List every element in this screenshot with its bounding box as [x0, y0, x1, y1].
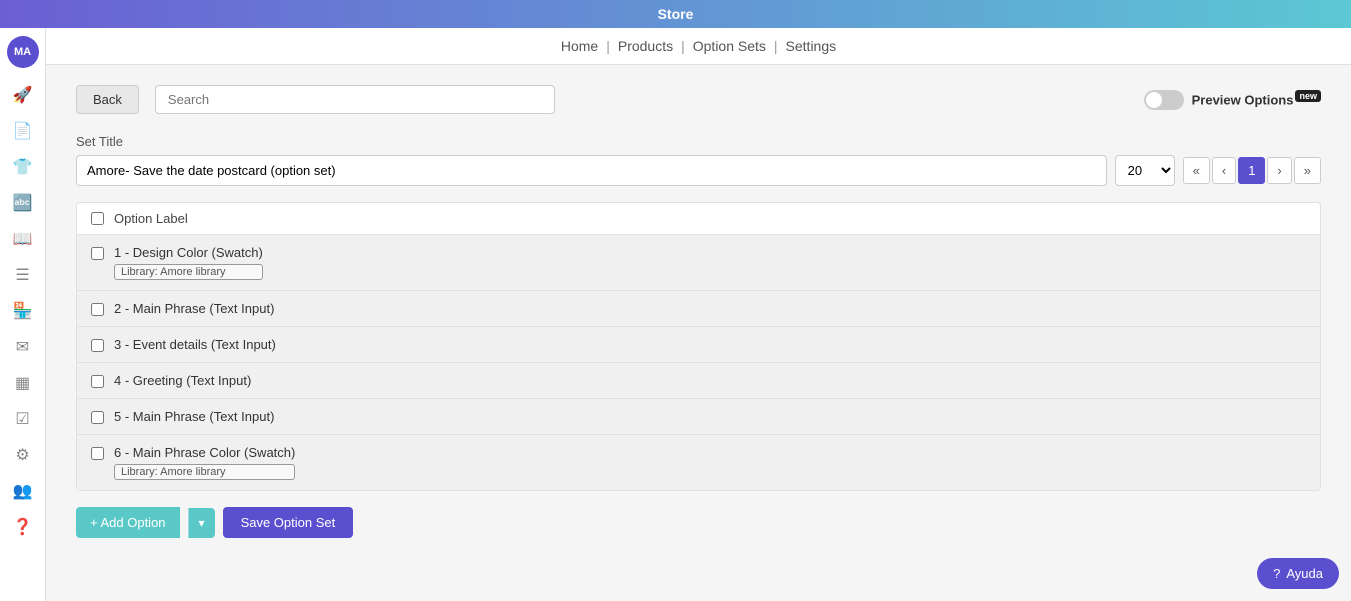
option-row-6: 6 - Main Phrase Color (Swatch) Library: … [77, 435, 1320, 490]
option-checkbox-2[interactable] [91, 303, 104, 316]
ayuda-button[interactable]: ? Ayuda [1257, 558, 1339, 589]
nav-sep-1: | [606, 38, 610, 54]
set-title-label: Set Title [76, 134, 1321, 149]
option-content-4: 4 - Greeting (Text Input) [114, 373, 251, 388]
save-option-set-button[interactable]: Save Option Set [223, 507, 354, 538]
mail-icon[interactable]: ✉ [8, 332, 38, 362]
option-row-3: 3 - Event details (Text Input) [77, 327, 1320, 363]
store-icon[interactable]: 🏪 [8, 296, 38, 326]
pagination: « ‹ 1 › » [1183, 157, 1321, 184]
nav-sep-2: | [681, 38, 685, 54]
nav-home[interactable]: Home [561, 38, 598, 54]
preview-toggle-area: Preview Optionsnew [1144, 90, 1321, 110]
nav-bar: Home | Products | Option Sets | Settings [46, 28, 1351, 65]
back-button[interactable]: Back [76, 85, 139, 114]
page-prev-button[interactable]: ‹ [1212, 157, 1236, 184]
content-area: Home | Products | Option Sets | Settings… [46, 28, 1351, 601]
nav-settings[interactable]: Settings [786, 38, 837, 54]
gear-icon[interactable]: ⚙ [8, 440, 38, 470]
option-title-1: 1 - Design Color (Swatch) [114, 245, 263, 260]
help-circle-icon[interactable]: ❓ [8, 512, 38, 542]
nav-option-sets[interactable]: Option Sets [693, 38, 766, 54]
option-title-5: 5 - Main Phrase (Text Input) [114, 409, 274, 424]
set-title-input[interactable] [76, 155, 1107, 186]
top-bar-title: Store [658, 6, 694, 22]
preview-options-toggle[interactable] [1144, 90, 1184, 110]
option-checkbox-6[interactable] [91, 447, 104, 460]
option-row-4: 4 - Greeting (Text Input) [77, 363, 1320, 399]
option-checkbox-3[interactable] [91, 339, 104, 352]
people-icon[interactable]: 👥 [8, 476, 38, 506]
page-first-button[interactable]: « [1183, 157, 1210, 184]
top-bar: Store [0, 0, 1351, 28]
library-badge-1: Library: Amore library [114, 264, 263, 280]
grid-icon[interactable]: ▦ [8, 368, 38, 398]
ayuda-icon: ? [1273, 566, 1280, 581]
option-row-2: 2 - Main Phrase (Text Input) [77, 291, 1320, 327]
option-content-2: 2 - Main Phrase (Text Input) [114, 301, 274, 316]
option-content-5: 5 - Main Phrase (Text Input) [114, 409, 274, 424]
rocket-icon[interactable]: 🚀 [8, 80, 38, 110]
set-title-section: Set Title 10 20 50 100 « ‹ 1 › » [76, 134, 1321, 186]
page-content: Back Preview Optionsnew Set Title 10 20 [46, 65, 1351, 601]
document-icon[interactable]: 📄 [8, 116, 38, 146]
option-content-3: 3 - Event details (Text Input) [114, 337, 276, 352]
option-label-header: Option Label [114, 211, 188, 226]
option-checkbox-5[interactable] [91, 411, 104, 424]
options-table: Option Label 1 - Design Color (Swatch) L… [76, 202, 1321, 491]
add-option-button[interactable]: + Add Option [76, 507, 180, 538]
option-content-6: 6 - Main Phrase Color (Swatch) Library: … [114, 445, 295, 480]
page-next-button[interactable]: › [1267, 157, 1291, 184]
ayuda-label: Ayuda [1286, 566, 1323, 581]
list-icon[interactable]: ☰ [8, 260, 38, 290]
option-title-6: 6 - Main Phrase Color (Swatch) [114, 445, 295, 460]
option-row-5: 5 - Main Phrase (Text Input) [77, 399, 1320, 435]
option-title-3: 3 - Event details (Text Input) [114, 337, 276, 352]
option-row-1: 1 - Design Color (Swatch) Library: Amore… [77, 235, 1320, 291]
checklist-icon[interactable]: ☑ [8, 404, 38, 434]
text-icon[interactable]: 🔤 [8, 188, 38, 218]
options-header: Option Label [77, 203, 1320, 235]
library-badge-6: Library: Amore library [114, 464, 295, 480]
select-all-checkbox[interactable] [91, 212, 104, 225]
option-content-1: 1 - Design Color (Swatch) Library: Amore… [114, 245, 263, 280]
option-title-2: 2 - Main Phrase (Text Input) [114, 301, 274, 316]
per-page-select[interactable]: 10 20 50 100 [1115, 155, 1175, 186]
book-icon[interactable]: 📖 [8, 224, 38, 254]
page-current-button[interactable]: 1 [1238, 157, 1265, 184]
toolbar-row: Back Preview Optionsnew [76, 85, 1321, 114]
nav-sep-3: | [774, 38, 778, 54]
option-checkbox-4[interactable] [91, 375, 104, 388]
add-option-dropdown-button[interactable]: ▾ [188, 508, 215, 538]
avatar[interactable]: MA [7, 36, 39, 68]
sidebar: MA 🚀 📄 👕 🔤 📖 ☰ 🏪 ✉ ▦ ☑ ⚙ 👥 ❓ [0, 28, 46, 601]
option-checkbox-1[interactable] [91, 247, 104, 260]
option-title-4: 4 - Greeting (Text Input) [114, 373, 251, 388]
set-title-row: 10 20 50 100 « ‹ 1 › » [76, 155, 1321, 186]
preview-options-label: Preview Optionsnew [1192, 91, 1321, 107]
shirt-icon[interactable]: 👕 [8, 152, 38, 182]
new-badge: new [1295, 90, 1321, 102]
page-last-button[interactable]: » [1294, 157, 1321, 184]
bottom-actions: + Add Option ▾ Save Option Set [76, 507, 1321, 538]
nav-products[interactable]: Products [618, 38, 673, 54]
search-input[interactable] [155, 85, 555, 114]
